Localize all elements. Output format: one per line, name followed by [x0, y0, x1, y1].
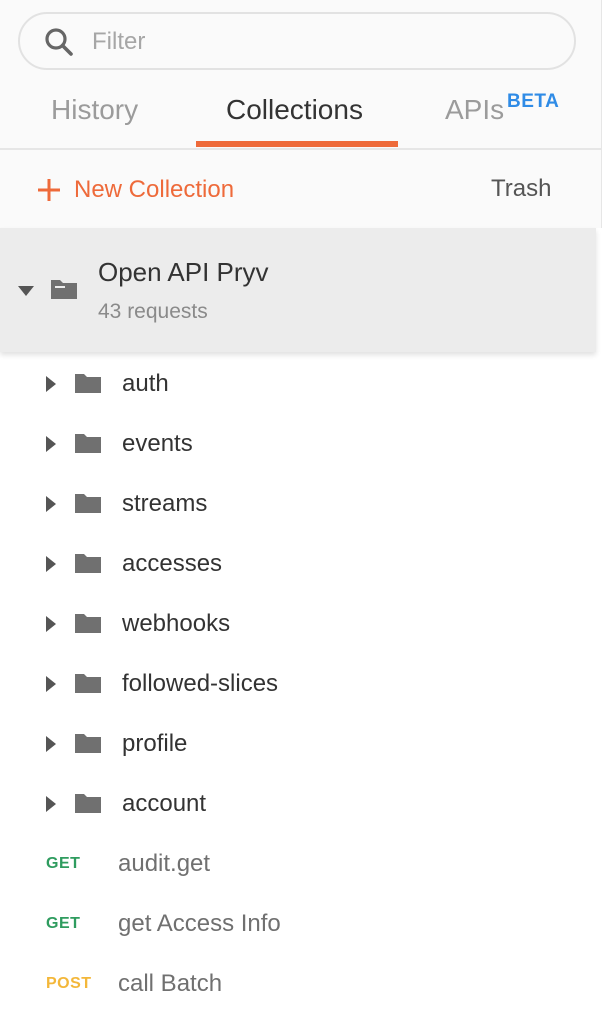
- caret-right-icon[interactable]: [45, 435, 57, 453]
- request-row-get-access-info[interactable]: GET get Access Info: [0, 894, 600, 954]
- request-label: get Access Info: [118, 910, 281, 937]
- folder-row-webhooks[interactable]: webhooks: [0, 594, 600, 654]
- request-method-badge: GET: [46, 915, 81, 932]
- request-label: audit.get: [118, 850, 211, 877]
- caret-right-icon[interactable]: [45, 675, 57, 693]
- folder-label: accesses: [122, 550, 223, 577]
- folder-row-auth[interactable]: auth: [0, 354, 600, 414]
- request-label: call Batch: [118, 970, 223, 997]
- folder-row-followed-slices[interactable]: followed-slices: [0, 654, 600, 714]
- folder-icon: [75, 494, 101, 513]
- collection-name: Open API Pryv: [98, 257, 269, 287]
- folder-icon: [75, 374, 101, 393]
- folder-label: auth: [122, 370, 169, 397]
- folder-label: streams: [122, 490, 208, 517]
- folder-row-account[interactable]: account: [0, 774, 600, 834]
- request-method-badge: POST: [46, 975, 92, 992]
- folder-icon: [75, 434, 101, 453]
- folder-icon: [75, 614, 101, 633]
- caret-right-icon[interactable]: [45, 615, 57, 633]
- active-tab-indicator: [196, 141, 398, 147]
- collection-request-count: 43 requests: [98, 300, 208, 323]
- tab-history[interactable]: History: [51, 94, 138, 126]
- filter-input[interactable]: [92, 24, 552, 60]
- caret-right-icon[interactable]: [45, 375, 57, 393]
- tab-apis[interactable]: APIs: [445, 94, 504, 126]
- collection-folder-icon: [51, 280, 77, 299]
- collection-actions: New Collection Trash: [0, 150, 602, 228]
- filter-search-box[interactable]: [18, 12, 576, 70]
- collection-tree: auth events streams accesses webhooks fo…: [0, 354, 600, 1012]
- new-collection-label: New Collection: [74, 176, 235, 203]
- trash-button[interactable]: Trash: [491, 175, 551, 203]
- folder-label: profile: [122, 730, 188, 757]
- beta-badge: BETA: [507, 91, 560, 112]
- folder-label: events: [122, 430, 193, 457]
- plus-icon: [38, 179, 60, 201]
- sidebar-top: History Collections APIs BETA New Collec…: [0, 0, 602, 228]
- folder-row-events[interactable]: events: [0, 414, 600, 474]
- request-row-call-batch[interactable]: POST call Batch: [0, 954, 600, 1012]
- caret-right-icon[interactable]: [45, 495, 57, 513]
- request-row-audit-get[interactable]: GET audit.get: [0, 834, 600, 894]
- folder-label: account: [122, 790, 207, 817]
- tab-bar: History Collections APIs BETA: [0, 78, 602, 150]
- new-collection-button[interactable]: New Collection: [36, 174, 234, 206]
- folder-row-profile[interactable]: profile: [0, 714, 600, 774]
- folder-label: webhooks: [122, 610, 231, 637]
- caret-right-icon[interactable]: [45, 735, 57, 753]
- collection-header[interactable]: Open API Pryv 43 requests: [0, 228, 596, 352]
- folder-icon: [75, 674, 101, 693]
- request-method-badge: GET: [46, 855, 81, 872]
- folder-icon: [75, 734, 101, 753]
- caret-right-icon[interactable]: [45, 795, 57, 813]
- folder-row-accesses[interactable]: accesses: [0, 534, 600, 594]
- caret-right-icon[interactable]: [45, 555, 57, 573]
- folder-icon: [75, 554, 101, 573]
- search-icon: [45, 28, 73, 56]
- tab-collections[interactable]: Collections: [226, 94, 363, 126]
- caret-down-icon[interactable]: [16, 284, 36, 298]
- folder-label: followed-slices: [122, 670, 279, 697]
- folder-row-streams[interactable]: streams: [0, 474, 600, 534]
- folder-icon: [75, 794, 101, 813]
